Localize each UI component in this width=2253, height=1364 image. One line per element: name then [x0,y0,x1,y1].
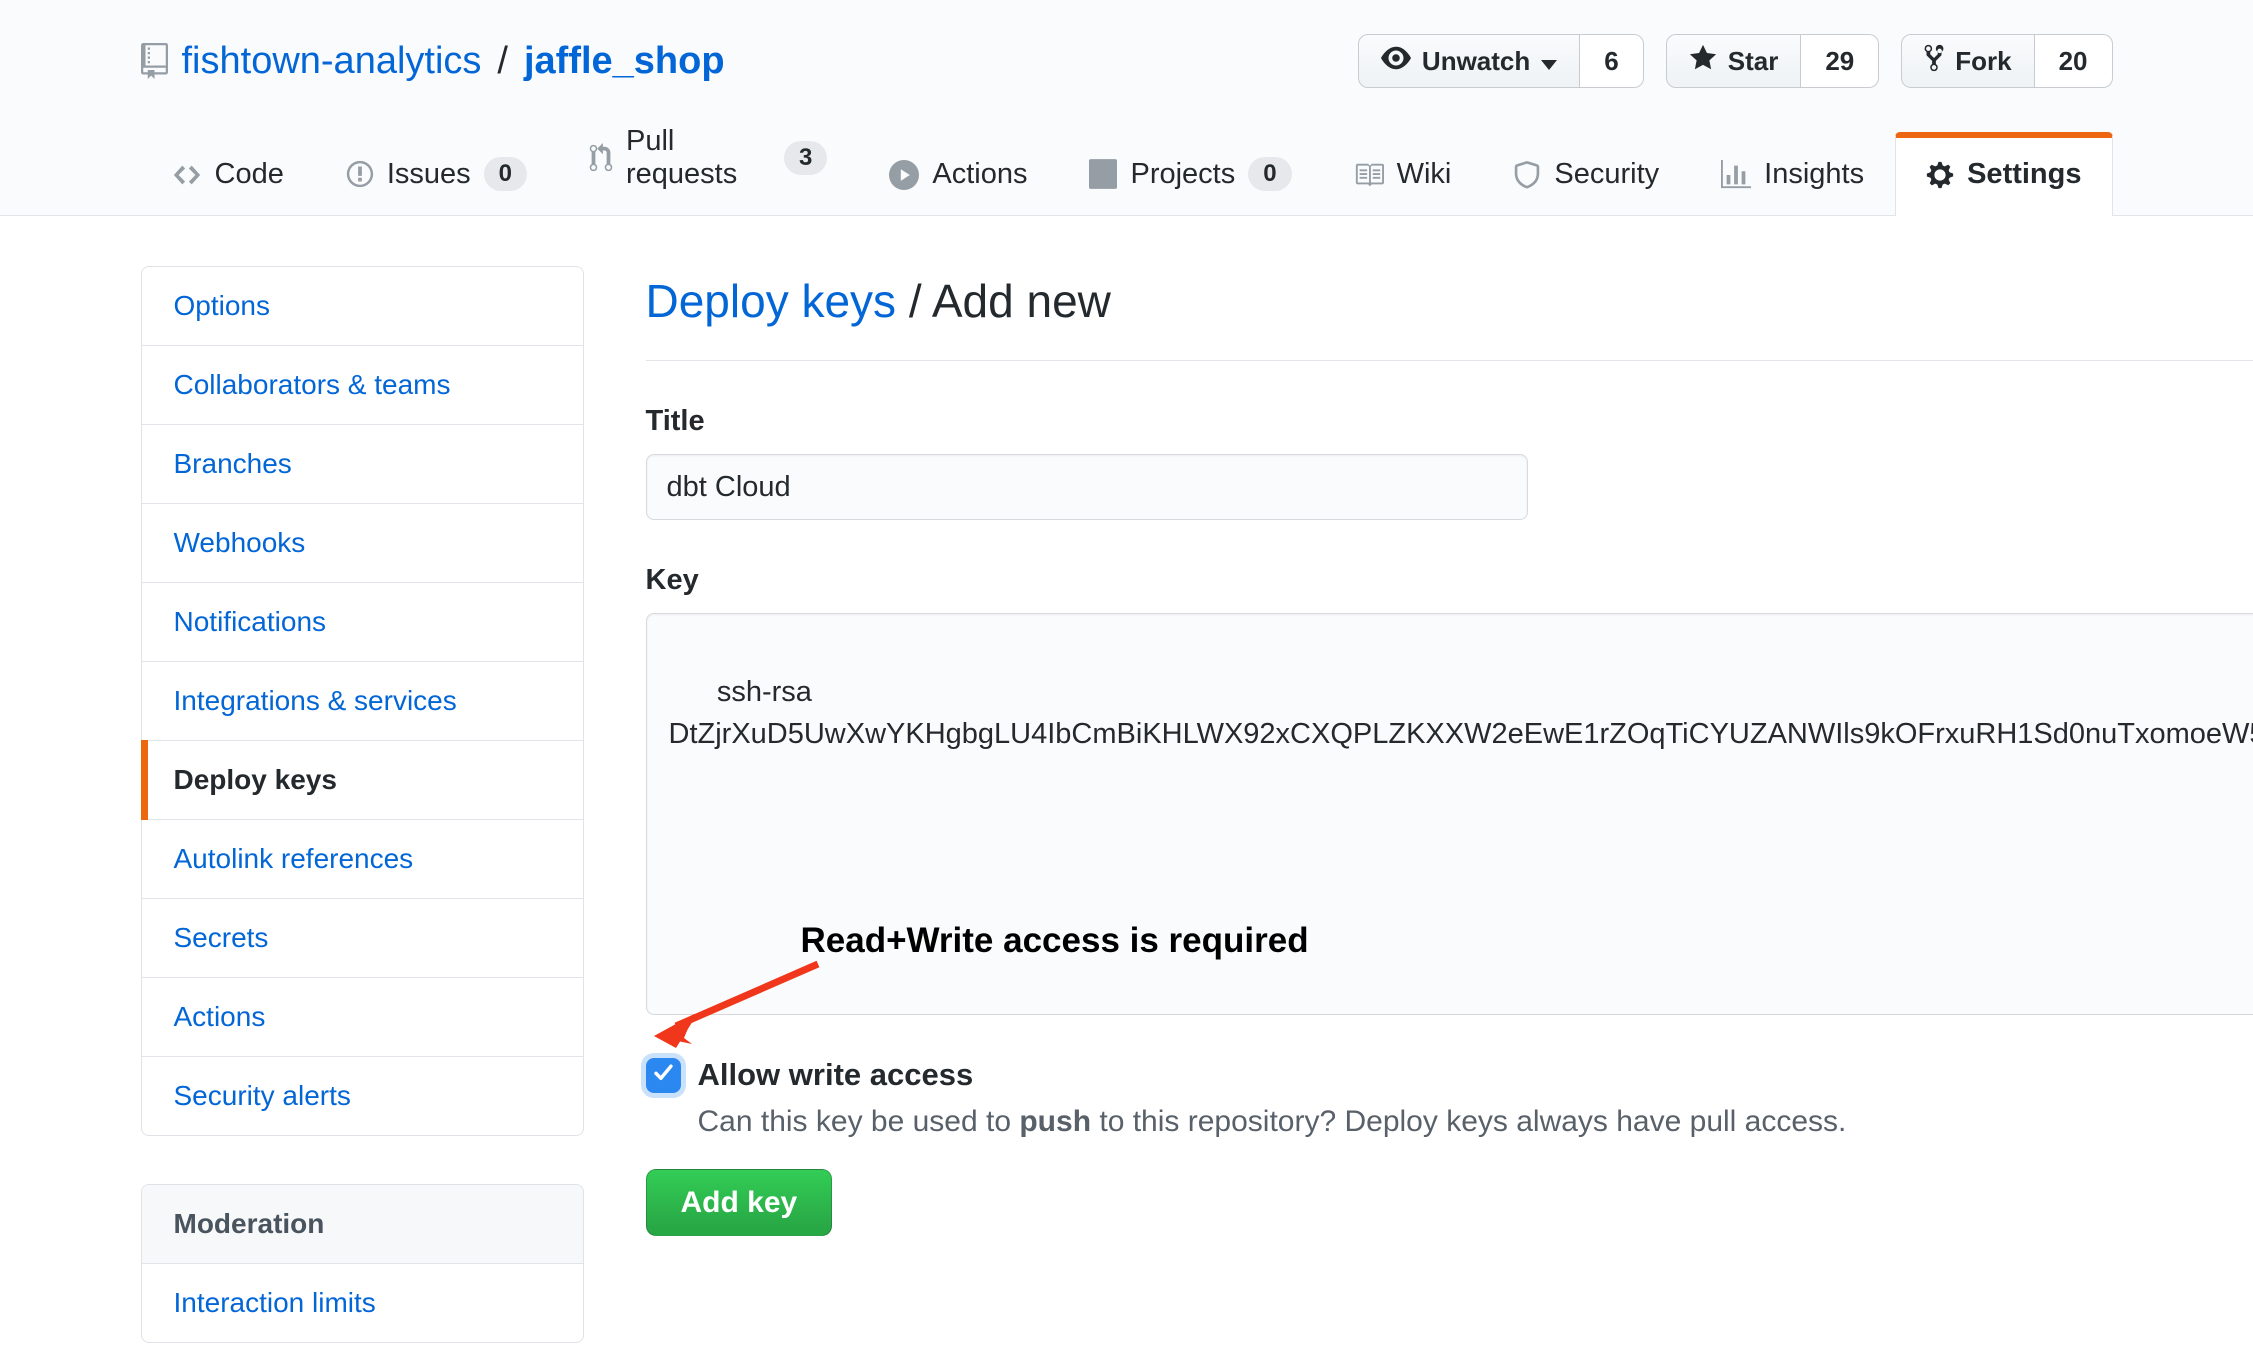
code-icon [172,160,202,190]
sidebar-item-actions[interactable]: Actions [142,978,583,1057]
tab-projects-label: Projects [1130,158,1235,191]
moderation-menu: Moderation Interaction limits [141,1184,584,1343]
allow-write-access-checkbox[interactable] [646,1058,681,1093]
unwatch-button[interactable]: Unwatch [1358,34,1580,88]
tab-projects[interactable]: Projects 0 [1058,128,1322,216]
pull-request-icon [589,143,613,173]
write-access-note-push: push [1019,1105,1091,1138]
repo-title: fishtown-analytics / jaffle_shop [141,40,725,83]
watchers-count[interactable]: 6 [1580,34,1643,88]
sidebar-item-autolink-references[interactable]: Autolink references [142,820,583,899]
star-icon [1689,43,1717,80]
issue-opened-icon [346,159,374,189]
repo-nav: Code Issues 0 Pull requests 3 Actions Pr… [141,96,2113,216]
pull-requests-count-badge: 3 [784,141,827,175]
star-button-group: Star 29 [1666,34,1880,88]
sidebar-item-security-alerts[interactable]: Security alerts [142,1057,583,1135]
shield-icon [1513,160,1541,190]
add-key-button[interactable]: Add key [646,1169,833,1236]
fork-icon [1924,43,1944,80]
title-input[interactable] [646,454,1528,520]
sidebar-item-options[interactable]: Options [142,267,583,346]
tab-security[interactable]: Security [1482,129,1690,216]
fork-button[interactable]: Fork [1901,34,2034,88]
watch-button-group: Unwatch 6 [1358,34,1644,88]
tab-wiki[interactable]: Wiki [1323,129,1483,216]
deploy-keys-breadcrumb-link[interactable]: Deploy keys [646,275,897,327]
sidebar-item-notifications[interactable]: Notifications [142,583,583,662]
project-icon [1089,159,1117,189]
repo-title-separator: / [495,40,510,83]
sidebar-item-webhooks[interactable]: Webhooks [142,504,583,583]
repo-name-link[interactable]: jaffle_shop [524,40,725,83]
sidebar-item-deploy-keys[interactable]: Deploy keys [142,741,583,820]
tab-security-label: Security [1554,158,1659,191]
allow-write-access-label[interactable]: Allow write access [698,1057,974,1093]
unwatch-button-label: Unwatch [1422,46,1530,77]
key-textarea[interactable]: ssh-rsa DtZjrXuD5UwXwYKHgbgLU4IbCmBiKHLW… [646,613,2253,1015]
page-title: Deploy keys / Add new [646,274,2253,361]
tab-code-label: Code [215,158,284,191]
fork-button-label: Fork [1955,46,2011,77]
tab-pull-requests[interactable]: Pull requests 3 [558,96,858,216]
gear-icon [1926,160,1954,190]
write-access-note-before: Can this key be used to [698,1105,1020,1138]
book-icon [1354,160,1384,190]
settings-menu: Options Collaborators & teams Branches W… [141,266,584,1136]
repo-owner-link[interactable]: fishtown-analytics [182,40,482,83]
sidebar-item-integrations-services[interactable]: Integrations & services [142,662,583,741]
page-header: fishtown-analytics / jaffle_shop Unwatch [0,0,2253,216]
breadcrumb-separator: / [896,275,932,327]
star-button-label: Star [1728,46,1779,77]
fork-button-group: Fork 20 [1901,34,2112,88]
write-access-note-after: to this repository? Deploy keys always h… [1091,1105,1846,1138]
star-button[interactable]: Star [1666,34,1802,88]
projects-count-badge: 0 [1248,157,1291,191]
moderation-menu-header: Moderation [142,1185,583,1264]
eye-icon [1381,43,1411,80]
checkmark-icon [652,1061,675,1089]
repo-book-icon [141,43,168,79]
sidebar-item-collaborators-teams[interactable]: Collaborators & teams [142,346,583,425]
issues-count-badge: 0 [484,157,527,191]
repo-social-actions: Unwatch 6 Star 29 [1358,34,2113,88]
key-field-label: Key [646,564,2253,597]
tab-issues-label: Issues [387,158,471,191]
sidebar-item-secrets[interactable]: Secrets [142,899,583,978]
tab-insights[interactable]: Insights [1690,129,1895,216]
stargazers-count[interactable]: 29 [1801,34,1879,88]
forks-count[interactable]: 20 [2035,34,2113,88]
tab-actions-label: Actions [932,158,1027,191]
breadcrumb-current: Add new [932,275,1111,327]
sidebar-item-interaction-limits[interactable]: Interaction limits [142,1264,583,1342]
tab-wiki-label: Wiki [1397,158,1452,191]
tab-pull-requests-label: Pull requests [626,125,771,191]
main-content: Deploy keys / Add new Title Key ssh-rsa … [646,266,2253,1343]
tab-actions[interactable]: Actions [858,129,1058,216]
play-circle-icon [889,160,919,190]
tab-issues[interactable]: Issues 0 [315,128,558,216]
key-text-plain: ssh-rsa DtZjrXuD5UwXwYKHgbgLU4IbCmBiKHLW… [669,676,2253,750]
tab-settings[interactable]: Settings [1895,132,2112,216]
tab-code[interactable]: Code [141,129,315,216]
graph-icon [1721,160,1751,190]
caret-down-icon [1541,46,1557,77]
tab-settings-label: Settings [1967,158,2081,191]
write-access-note: Can this key be used to push to this rep… [698,1105,2253,1139]
sidebar-item-branches[interactable]: Branches [142,425,583,504]
tab-insights-label: Insights [1764,158,1864,191]
settings-sidebar: Options Collaborators & teams Branches W… [141,266,584,1343]
title-field-label: Title [646,405,2253,438]
